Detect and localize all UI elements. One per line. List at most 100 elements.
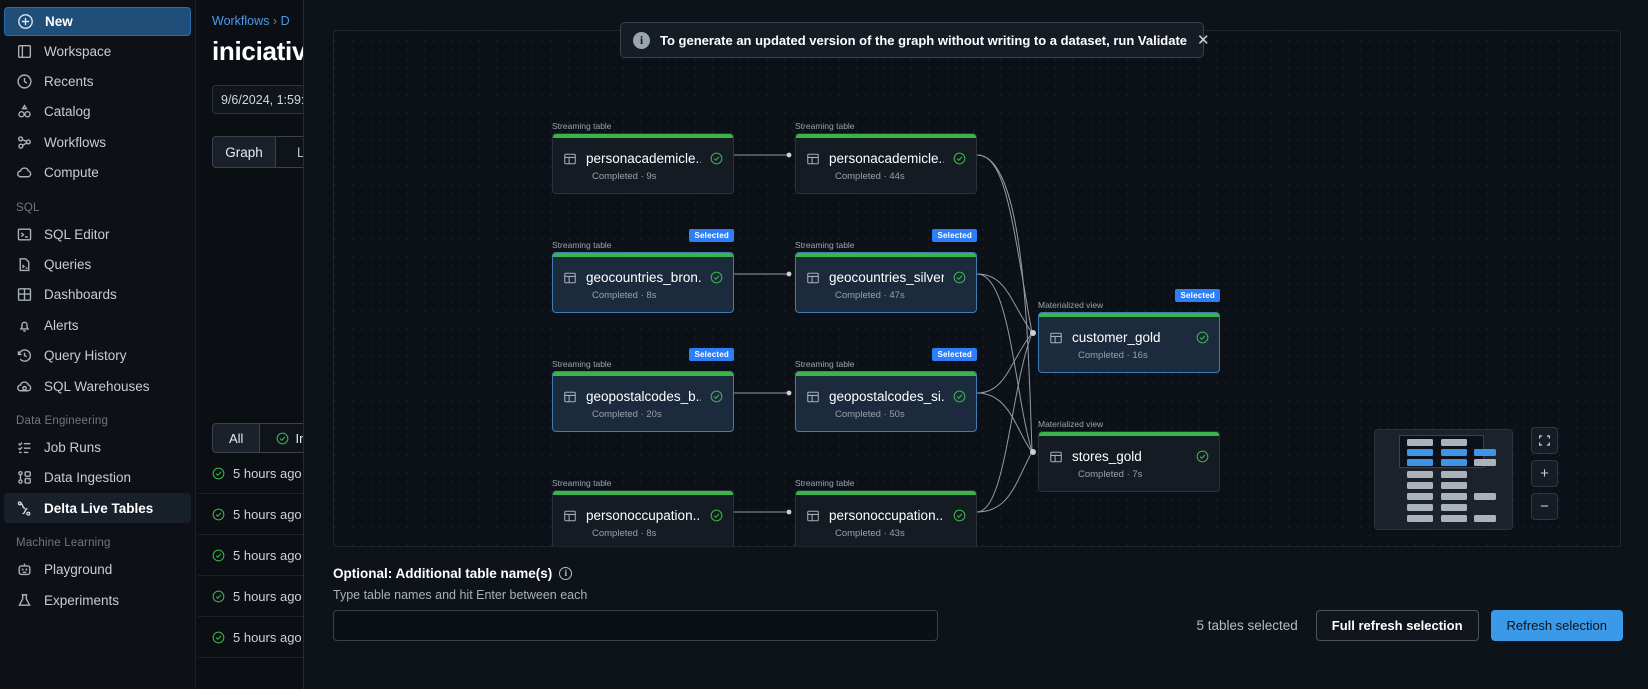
sidebar-item-experiments[interactable]: Experiments [4,585,191,615]
selected-badge: Selected [932,348,977,361]
sidebar-item-label: Delta Live Tables [44,500,154,516]
node-card[interactable]: personacademicle... Completed · 44s [795,133,977,194]
experiments-icon [18,593,31,606]
node-type-label: Streaming table [795,478,855,488]
check-circle-icon [953,152,966,165]
additional-tables-label-text: Optional: Additional table name(s) [333,566,553,581]
sidebar-item-queries[interactable]: Queries [4,249,191,279]
node-type-label: Materialized view [1038,419,1104,429]
sidebar-section-sql: SQL [16,201,40,214]
sidebar-item-query-history[interactable]: Query History [4,341,191,371]
node-status: Completed · 8s [592,528,657,539]
check-circle-icon [212,467,225,479]
graph-minimap[interactable] [1374,429,1513,530]
node-body: personoccupation... Completed · 43s [796,495,976,546]
table-icon [1050,332,1062,343]
sidebar-item-dashboards[interactable]: Dashboards [4,280,191,310]
additional-tables-input[interactable] [333,610,938,641]
graph-node[interactable]: Streaming table Selected geopostalcodes_si… [795,348,977,432]
sidebar-item-new[interactable]: New [4,7,191,36]
graph-node[interactable]: Materialized view stores_gold Completed · … [1038,419,1220,492]
table-icon [807,391,819,402]
info-icon: i [633,31,650,49]
graph-node[interactable]: Streaming table personacademicle... Comple… [795,121,977,194]
zoom-in-button[interactable]: + [1531,460,1558,487]
node-card[interactable]: personoccupation... Completed · 8s [552,490,734,546]
sidebar-item-sql-editor[interactable]: SQL Editor [4,219,191,249]
check-circle-icon [212,590,225,602]
breadcrumb-current[interactable]: D [281,14,290,28]
dashboards-icon [17,288,32,302]
sidebar-item-delta-live-tables[interactable]: Delta Live Tables [4,493,191,524]
sidebar-item-label: Recents [44,74,94,90]
node-card[interactable]: geocountries_silver Completed · 47s [795,252,977,313]
node-card[interactable]: customer_gold Completed · 16s [1038,312,1220,373]
sidebar-item-recents[interactable]: Recents [4,66,191,96]
node-title-row: geopostalcodes_b... [563,389,723,404]
zoom-out-button[interactable]: − [1531,493,1558,520]
graph-node[interactable]: Streaming table Selected geocountries_silv… [795,229,977,313]
filter-all[interactable]: All [212,423,261,453]
node-title-row: customer_gold [1049,330,1209,345]
node-body: personacademicle... Completed · 9s [553,138,733,193]
close-icon[interactable]: ✕ [1197,33,1210,48]
graph-node[interactable]: Streaming table personoccupation... Comple… [552,478,734,546]
graph-zoom-controls: + − [1531,427,1558,520]
sidebar-item-data-ingestion[interactable]: Data Ingestion [4,463,191,493]
graph-node[interactable]: Streaming table Selected geopostalcodes_b.… [552,348,734,432]
sidebar-item-alerts[interactable]: Alerts [4,310,191,340]
selected-badge: Selected [1175,289,1220,302]
refresh-selection-button[interactable]: Refresh selection [1490,610,1623,641]
sidebar-item-compute[interactable]: Compute [4,158,191,188]
node-name: personoccupation... [829,508,944,523]
sidebar-item-playground[interactable]: Playground [4,554,191,584]
graph-node[interactable]: Streaming table personacademicle... Comple… [552,121,734,194]
sidebar-item-sql-warehouses[interactable]: SQL Warehouses [4,371,191,401]
robot-icon [18,563,31,576]
check-circle-icon [953,271,966,284]
node-body: stores_gold Completed · 7s [1039,436,1219,491]
additional-tables-label: Optional: Additional table name(s) i [333,566,573,581]
node-body: geopostalcodes_si... Completed · 50s [796,376,976,431]
node-status: Completed · 47s [835,290,905,301]
sidebar-item-workspace[interactable]: Workspace [4,36,191,66]
node-card[interactable]: stores_gold Completed · 7s [1038,431,1220,492]
graph-node[interactable]: Streaming table Selected geocountries_bron… [552,229,734,313]
node-card[interactable]: geocountries_bron... Completed · 8s [552,252,734,313]
catalog-icon [18,104,31,118]
sidebar-item-catalog[interactable]: Catalog [4,97,191,127]
sidebar-item-label: Workspace [44,43,112,59]
breadcrumb-root[interactable]: Workflows [212,14,269,28]
node-body: geopostalcodes_b... Completed · 20s [553,376,733,431]
node-type-label: Streaming table [795,121,855,131]
pipeline-graph-canvas[interactable]: Streaming table personacademicle... Comple… [333,30,1621,547]
node-body: geocountries_bron... Completed · 8s [553,257,733,312]
node-card[interactable]: geopostalcodes_si... Completed · 50s [795,371,977,432]
node-title-row: personacademicle... [563,151,723,166]
check-circle-icon [212,631,225,643]
node-status: Completed · 7s [1078,469,1143,480]
node-card[interactable]: personacademicle... Completed · 9s [552,133,734,194]
refresh-selection-modal: Streaming table personacademicle... Comple… [303,0,1648,689]
check-circle-icon [277,432,289,444]
help-info-icon[interactable]: i [559,567,573,580]
node-card[interactable]: personoccupation... Completed · 43s [795,490,977,546]
full-refresh-selection-button[interactable]: Full refresh selection [1315,610,1479,641]
validate-info-banner: i To generate an updated version of the … [620,22,1210,58]
sidebar-item-workflows[interactable]: Workflows [4,127,191,157]
tab-graph[interactable]: Graph [212,136,276,168]
node-title-row: personacademicle... [806,151,966,166]
ingestion-icon [18,471,31,485]
selected-badge: Selected [932,229,977,242]
warehouse-icon [17,381,32,392]
check-circle-icon [1196,331,1209,344]
sidebar-item-label: Compute [44,165,99,181]
sidebar-item-job-runs[interactable]: Job Runs [4,432,191,462]
node-title-row: geocountries_bron... [563,270,723,285]
node-card[interactable]: geopostalcodes_b... Completed · 20s [552,371,734,432]
additional-tables-hint: Type table names and hit Enter between e… [333,588,588,602]
graph-node[interactable]: Streaming table personoccupation... Comple… [795,478,977,546]
cloud-icon [17,167,32,178]
graph-node[interactable]: Materialized view Selected customer_gold Co… [1038,289,1220,373]
fit-to-screen-button[interactable] [1531,427,1558,454]
